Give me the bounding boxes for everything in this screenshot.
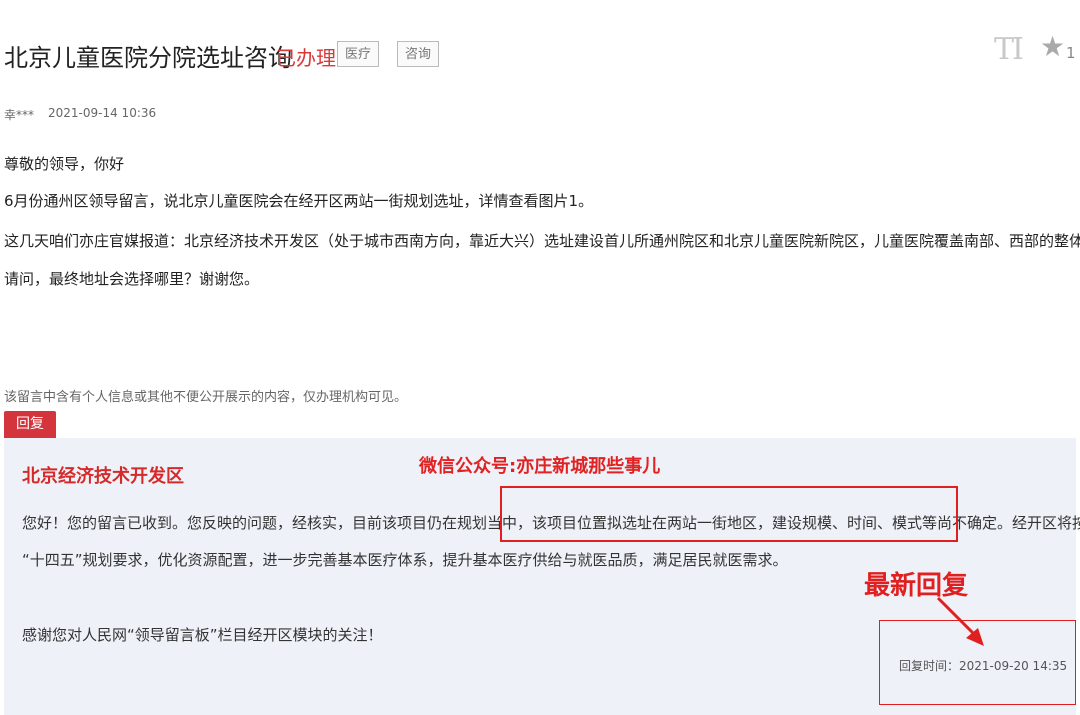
reply-line-3: 感谢您对人民网“领导留言板”栏目经开区模块的关注！: [22, 626, 383, 644]
message-line: 尊敬的领导，你好: [4, 155, 125, 173]
page-title: 北京儿童医院分院选址咨询: [4, 44, 292, 72]
font-size-icon[interactable]: TI: [994, 32, 1024, 67]
tag-medical[interactable]: 医疗: [337, 41, 380, 67]
reply-line-2: “十四五”规划要求，优化资源配置，进一步完善基本医疗体系，提升基本医疗供给与就医…: [22, 551, 788, 569]
highlight-box: [500, 486, 958, 542]
author-name: 幸***: [4, 108, 35, 122]
star-icon[interactable]: ★: [1040, 30, 1065, 63]
reply-text-a: 您好！您的留言已收到。您反映的问题，经核实，目前该项目仍在规划当中，: [22, 514, 533, 532]
tag-consult[interactable]: 咨询: [397, 41, 440, 67]
message-line: 这几天咱们亦庄官媒报道：北京经济技术开发区（处于城市西南方向，靠近大兴）选址建设…: [4, 232, 1080, 250]
favorite-count: 1: [1066, 44, 1076, 62]
message-line: 请问，最终地址会选择哪里？谢谢您。: [4, 270, 260, 288]
privacy-notice: 该留言中含有个人信息或其他不便公开展示的内容，仅办理机构可见。: [4, 390, 408, 405]
post-date: 2021-09-14 10:36: [48, 106, 157, 120]
reply-tab[interactable]: 回复: [4, 411, 56, 438]
status-label: 已办理: [276, 46, 336, 70]
reply-time: 回复时间：2021-09-20 14:35: [899, 659, 1068, 673]
reply-org: 北京经济技术开发区: [22, 466, 184, 487]
message-line: 6月份通州区领导留言，说北京儿童医院会在经开区两站一街规划选址，详情查看图片1。: [4, 192, 594, 210]
wechat-watermark: 微信公众号:亦庄新城那些事儿: [419, 456, 661, 477]
reply-text-c: 经开区将按照: [1012, 514, 1080, 532]
